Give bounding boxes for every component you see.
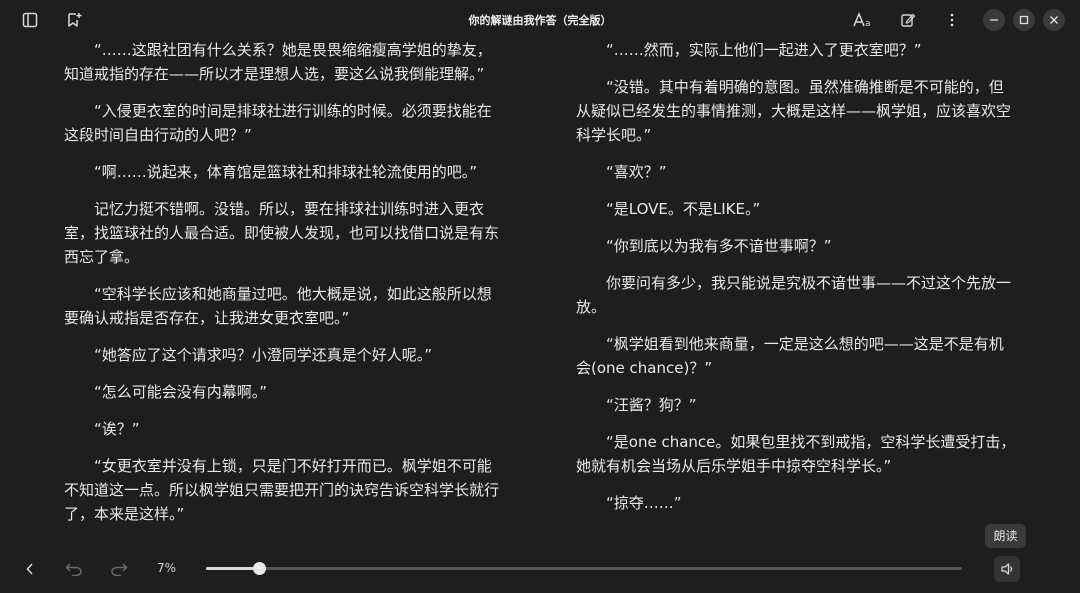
paragraph: “怎么可能会没有内幕啊。” — [94, 383, 268, 401]
paragraph: “是one chance。如果包里找不到戒指，空科学长遭受打击，她就有机会当场从… — [576, 433, 1016, 475]
progress-slider[interactable] — [206, 562, 962, 575]
paragraph: “……然而，实际上他们一起进入了更衣室吧？” — [606, 41, 922, 59]
paragraph: 你要问有多少，我只能说是究极不谙世事——不过这个先放一放。 — [576, 274, 1012, 316]
paragraph: “入侵更衣室的时间是排球社进行训练的时候。必须要找能在这段时间自由行动的人吧？” — [64, 102, 492, 144]
paragraph: “你到底以为我有多不谙世事啊？” — [606, 237, 832, 255]
page-right: “……然而，实际上他们一起进入了更衣室吧？” “没错。其中有着明确的意图。虽然准… — [576, 38, 1018, 528]
paragraph: “没错。其中有着明确的意图。虽然准确推断是不可能的，但从疑似已经发生的事情推测，… — [576, 78, 1012, 144]
svg-text:a: a — [865, 19, 871, 28]
progress-fill — [206, 567, 259, 570]
paragraph: “诶？” — [94, 420, 140, 438]
paragraph: “掠夺……” — [606, 494, 682, 512]
font-settings-icon[interactable]: a — [851, 8, 877, 32]
paragraph: “女更衣室并没有上锁，只是门不好打开而已。枫学姐不可能不知道这一点。所以枫学姐只… — [64, 457, 500, 523]
paragraph: “空科学长应该和她商量过吧。他大概是说，如此这般所以想要确认戒指是否存在，让我进… — [64, 285, 492, 327]
back-icon[interactable] — [19, 558, 41, 580]
progress-percent: 7% — [157, 561, 177, 575]
page-left: “……这跟社团有什么关系？她是畏畏缩缩瘦高学姐的挚友，知道戒指的存在——所以才是… — [64, 38, 506, 539]
paragraph: “她答应了这个请求吗？小澄同学还真是个好人呢。” — [94, 346, 433, 364]
redo-icon[interactable] — [108, 558, 130, 580]
paragraph: “枫学姐看到他来商量，一定是这么想的吧——这是不是有机会(one chance)… — [576, 335, 1004, 377]
undo-icon[interactable] — [63, 558, 85, 580]
read-aloud-tooltip: 朗读 — [985, 524, 1026, 548]
paragraph: “……这跟社团有什么关系？她是畏畏缩缩瘦高学姐的挚友，知道戒指的存在——所以才是… — [64, 41, 492, 83]
maximize-button[interactable] — [1013, 9, 1035, 31]
top-toolbar: 你的解谜由我作答（完全版） a — [0, 0, 1080, 40]
paragraph: “汪酱？狗？” — [606, 396, 697, 414]
minimize-button[interactable] — [983, 9, 1005, 31]
paragraph: “啊……说起来，体育馆是篮球社和排球社轮流使用的吧。” — [94, 163, 478, 181]
close-button[interactable] — [1043, 9, 1065, 31]
read-aloud-icon[interactable] — [994, 556, 1020, 582]
more-icon[interactable] — [940, 8, 964, 32]
progress-thumb[interactable] — [252, 562, 266, 575]
paragraph: “是LOVE。不是LIKE。” — [606, 200, 761, 218]
bottom-toolbar: 7% — [0, 548, 1080, 593]
annotate-icon[interactable] — [896, 8, 920, 32]
paragraph: 记忆力挺不错啊。没错。所以，要在排球社训练时进入更衣室，找篮球社的人最合适。即使… — [64, 200, 500, 266]
paragraph: “喜欢？” — [606, 163, 667, 181]
